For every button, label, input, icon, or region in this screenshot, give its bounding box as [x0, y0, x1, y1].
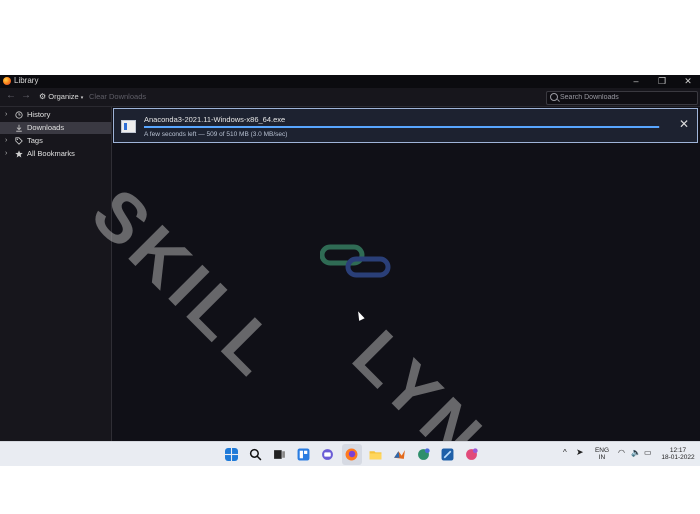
- download-progress-fill: [144, 126, 659, 128]
- speaker-muted-icon[interactable]: 🔈: [631, 448, 641, 457]
- chevron-down-icon: ▾: [80, 95, 84, 101]
- language-indicator[interactable]: ENG IN: [592, 447, 612, 461]
- widgets-icon[interactable]: [297, 448, 310, 461]
- window-title: Library: [14, 76, 39, 85]
- organize-button[interactable]: ⚙ Organize ▾: [39, 92, 83, 101]
- matlab-icon[interactable]: [393, 448, 406, 461]
- app-icon[interactable]: [417, 448, 430, 461]
- chevron-up-icon[interactable]: ^: [563, 448, 567, 457]
- location-arrow-icon[interactable]: ➤: [576, 447, 584, 458]
- back-icon[interactable]: ←: [6, 90, 16, 101]
- sidebar-item-all-bookmarks[interactable]: › All Bookmarks: [0, 148, 111, 160]
- search-icon: [550, 93, 558, 101]
- cancel-download-icon[interactable]: ✕: [679, 118, 689, 130]
- search-icon[interactable]: [249, 448, 262, 461]
- taskbar: ^ ➤ ENG IN ◠ 🔈 ▭ 12:17 18-01-2022: [0, 441, 700, 466]
- chain-link-logo-icon: [320, 244, 391, 278]
- download-progress-bar: [144, 126, 660, 128]
- download-status: A few seconds left — 509 of 510 MB (3.0 …: [144, 131, 288, 138]
- sidebar-item-tags[interactable]: › Tags: [0, 135, 111, 147]
- firefox-icon: [3, 77, 11, 85]
- installer-file-icon: [121, 120, 136, 133]
- sidebar-item-label: Downloads: [27, 123, 65, 132]
- lang-top: ENG: [594, 447, 610, 454]
- toolbar: ← → ⚙ Organize ▾ Clear Downloads: [0, 88, 700, 107]
- organize-label: Organize: [48, 92, 79, 101]
- search-input[interactable]: [560, 92, 690, 103]
- tag-icon: [15, 137, 23, 145]
- app-icon[interactable]: [441, 448, 454, 461]
- chat-icon[interactable]: [321, 448, 334, 461]
- expand-icon[interactable]: ›: [5, 135, 7, 147]
- download-item[interactable]: Anaconda3-2021.11-Windows-x86_64.exe A f…: [113, 108, 698, 143]
- tray-date: 18-01-2022: [661, 454, 695, 461]
- maximize-button[interactable]: ❐: [651, 75, 673, 88]
- lang-bottom: IN: [598, 454, 606, 461]
- sidebar-item-history[interactable]: › History: [0, 109, 111, 121]
- forward-icon[interactable]: →: [21, 90, 31, 101]
- expand-icon[interactable]: ›: [5, 109, 7, 121]
- clear-downloads-button[interactable]: Clear Downloads: [89, 92, 146, 101]
- file-explorer-icon[interactable]: [369, 448, 382, 461]
- sidebar-item-label: History: [27, 110, 51, 119]
- wifi-icon[interactable]: ◠: [618, 448, 625, 457]
- sidebar-item-label: Tags: [27, 136, 43, 145]
- expand-icon[interactable]: ›: [5, 148, 7, 160]
- windows-start-icon[interactable]: [225, 448, 238, 461]
- clock-icon: [15, 111, 23, 119]
- title-bar: Library – ❐ ✕: [0, 75, 700, 88]
- app-icon[interactable]: [465, 448, 478, 461]
- download-filename: Anaconda3-2021.11-Windows-x86_64.exe: [144, 115, 286, 124]
- clock-widget[interactable]: 12:17 18-01-2022: [660, 447, 696, 461]
- tray-time: 12:17: [669, 447, 687, 454]
- close-button[interactable]: ✕: [677, 75, 699, 88]
- task-view-icon[interactable]: [273, 448, 286, 461]
- sidebar: › History Downloads › Tags › All Bookmar…: [0, 107, 112, 441]
- battery-icon[interactable]: ▭: [644, 448, 652, 457]
- desktop-screen: Library – ❐ ✕ ← → ⚙ Organize ▾ Clear Dow…: [0, 75, 700, 466]
- sidebar-item-label: All Bookmarks: [27, 149, 75, 158]
- minimize-button[interactable]: –: [625, 75, 647, 88]
- star-icon: [15, 150, 23, 158]
- search-box[interactable]: [546, 91, 698, 105]
- gear-icon: ⚙: [39, 92, 47, 101]
- download-icon: [16, 124, 22, 132]
- firefox-icon[interactable]: [345, 448, 358, 461]
- sidebar-item-downloads[interactable]: Downloads: [0, 122, 111, 134]
